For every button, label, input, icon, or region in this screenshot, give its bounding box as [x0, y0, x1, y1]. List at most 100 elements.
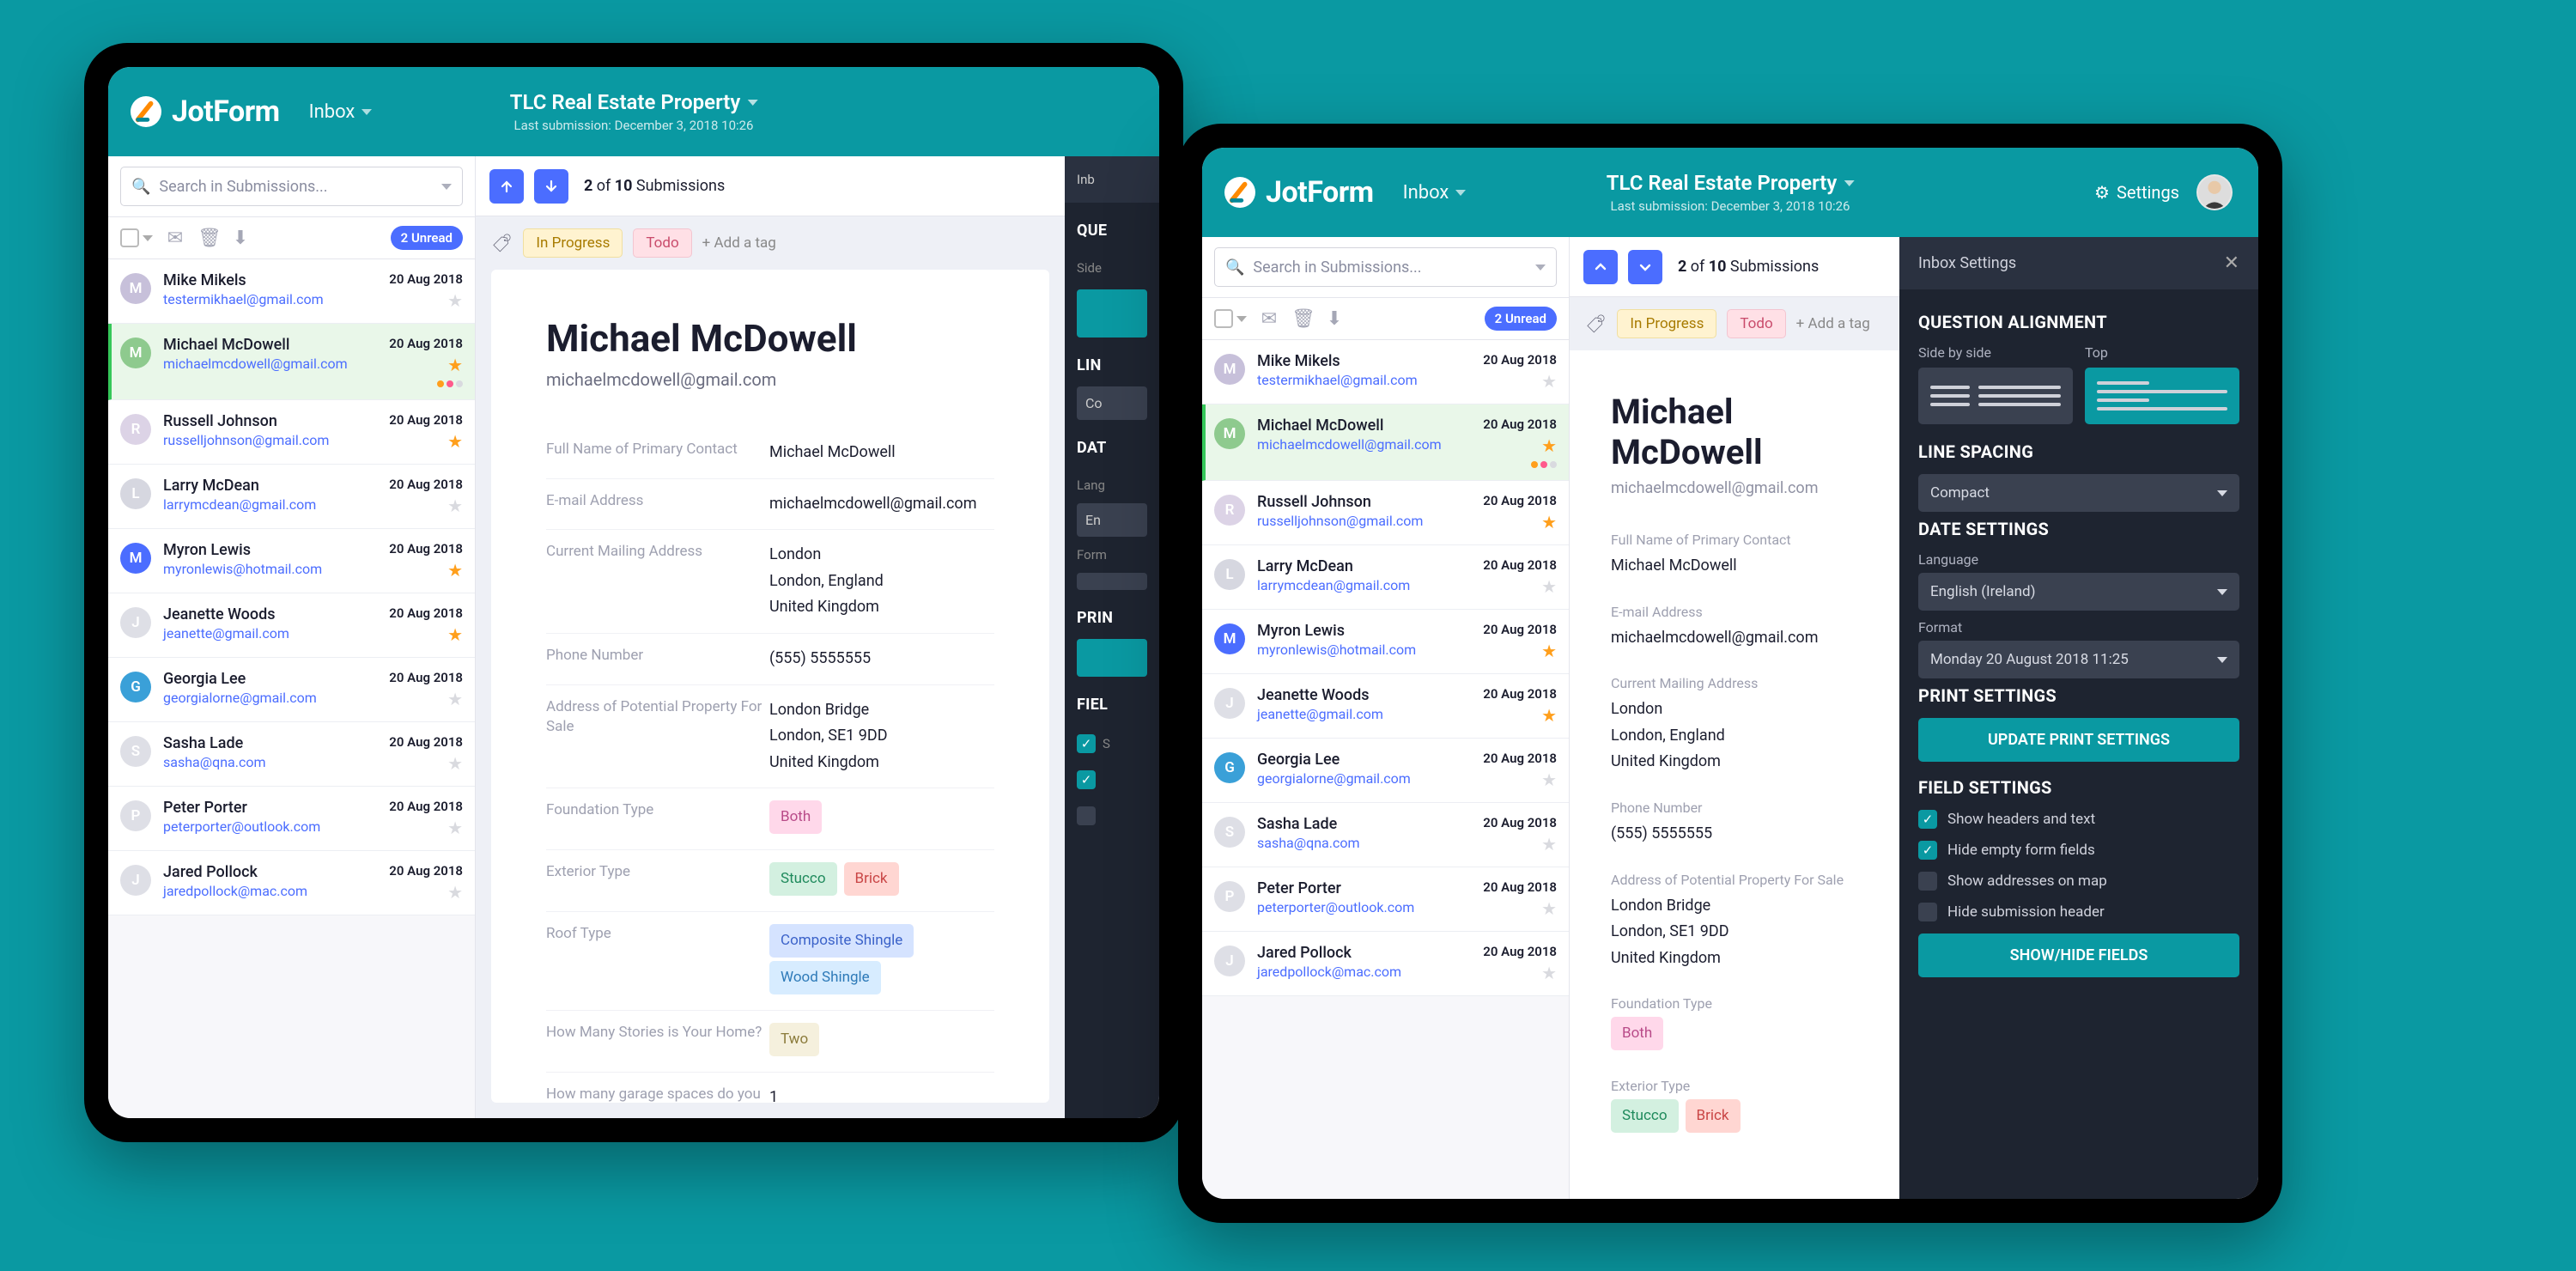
select-all-checkbox[interactable]	[1214, 309, 1233, 328]
user-avatar[interactable]	[2196, 174, 2233, 210]
star-icon[interactable]: ★	[1541, 963, 1557, 983]
show-hide-fields-button[interactable]: SHOW/HIDE FIELDS	[1918, 933, 2239, 977]
list-item[interactable]: PPeter Porterpeterporter@outlook.com20 A…	[108, 787, 475, 851]
list-item[interactable]: MMichael McDowellmichaelmcdowell@gmail.c…	[108, 324, 475, 400]
star-icon[interactable]: ★	[447, 560, 463, 581]
trash-icon[interactable]: 🗑	[1291, 308, 1312, 330]
next-button[interactable]	[1628, 250, 1662, 284]
inbox-dropdown[interactable]: Inbox	[1403, 182, 1467, 204]
list-item[interactable]: RRussell Johnsonrusselljohnson@gmail.com…	[108, 400, 475, 465]
prev-button[interactable]	[1583, 250, 1618, 284]
select-all-checkbox[interactable]	[120, 228, 139, 247]
list-item[interactable]: GGeorgia Leegeorgialorne@gmail.com20 Aug…	[108, 658, 475, 722]
format-select[interactable]: Monday 20 August 2018 11:25	[1918, 641, 2239, 678]
star-icon[interactable]: ★	[447, 882, 463, 903]
chevron-down-icon[interactable]	[1236, 316, 1247, 322]
list-item-date: 20 Aug 2018	[389, 605, 463, 621]
star-icon[interactable]: ★	[447, 818, 463, 838]
submissions-list[interactable]: MMike Mikelstestermikhael@gmail.com20 Au…	[1202, 340, 1569, 1199]
field-value: Composite ShingleWood Shingle	[769, 924, 994, 998]
list-item-name: Mike Mikels	[1257, 352, 1471, 370]
star-icon[interactable]: ★	[1541, 834, 1557, 854]
download-icon[interactable]: ⬇	[1324, 308, 1345, 330]
star-icon[interactable]: ★	[447, 496, 463, 516]
list-item[interactable]: PPeter Porterpeterporter@outlook.com20 A…	[1202, 867, 1569, 932]
alignment-top[interactable]: Top	[2085, 344, 2239, 424]
current-index: 2	[1678, 258, 1686, 276]
search-input[interactable]: 🔍 Search in Submissions...	[1214, 247, 1557, 287]
star-icon[interactable]: ★	[1541, 435, 1557, 456]
list-item-main: Mike Mikelstestermikhael@gmail.com	[163, 271, 377, 311]
alignment-side-by-side[interactable]: Side by side	[1918, 344, 2073, 424]
star-icon[interactable]: ★	[1541, 705, 1557, 726]
line-spacing-select[interactable]: Compact	[1918, 474, 2239, 512]
list-item[interactable]: JJared Pollockjaredpollock@mac.com20 Aug…	[1202, 932, 1569, 996]
unread-badge[interactable]: 2 Unread	[1485, 307, 1557, 331]
star-icon[interactable]: ★	[1541, 641, 1557, 661]
language-select[interactable]: English (Ireland)	[1918, 573, 2239, 611]
star-icon[interactable]: ★	[447, 355, 463, 375]
download-icon[interactable]: ⬇	[230, 228, 251, 249]
list-item[interactable]: MMyron Lewismyronlewis@hotmail.com20 Aug…	[1202, 610, 1569, 674]
list-item[interactable]: MMike Mikelstestermikhael@gmail.com20 Au…	[108, 259, 475, 324]
tag-in-progress[interactable]: In Progress	[1617, 309, 1716, 338]
trash-icon[interactable]: 🗑	[197, 228, 218, 249]
star-icon[interactable]: ★	[1541, 371, 1557, 392]
chevron-down-icon[interactable]	[143, 235, 153, 241]
search-input[interactable]: 🔍 Search in Submissions...	[120, 167, 463, 206]
search-icon: 🔍	[1225, 258, 1244, 277]
list-item[interactable]: MMichael McDowellmichaelmcdowell@gmail.c…	[1202, 404, 1569, 481]
mail-icon[interactable]: ✉	[1259, 308, 1279, 330]
list-item-date: 20 Aug 2018	[389, 271, 463, 287]
checkbox-hide-header[interactable]: Hide submission header	[1918, 903, 2239, 921]
settings-button[interactable]: ⚙ Settings	[2094, 182, 2179, 203]
list-item[interactable]: SSasha Ladesasha@qna.com20 Aug 2018★	[108, 722, 475, 787]
prev-button[interactable]	[489, 169, 524, 204]
next-button[interactable]	[534, 169, 568, 204]
star-icon[interactable]: ★	[447, 624, 463, 645]
checkbox-hide-empty[interactable]: ✓Hide empty form fields	[1918, 841, 2239, 860]
tag-todo[interactable]: Todo	[633, 228, 691, 258]
close-icon[interactable]: ✕	[2224, 252, 2239, 274]
inbox-dropdown[interactable]: Inbox	[309, 101, 373, 123]
star-icon[interactable]: ★	[447, 290, 463, 311]
list-item[interactable]: LLarry McDeanlarrymcdean@gmail.com20 Aug…	[1202, 545, 1569, 610]
star-icon[interactable]: ★	[447, 689, 463, 709]
list-item-main: Larry McDeanlarrymcdean@gmail.com	[1257, 557, 1471, 597]
add-tag-button[interactable]: + Add a tag	[1796, 315, 1870, 332]
star-icon[interactable]: ★	[1541, 512, 1557, 532]
checkbox-show-headers[interactable]: ✓Show headers and text	[1918, 810, 2239, 829]
field-value: 1	[769, 1085, 994, 1103]
list-item-meta: 20 Aug 2018★	[389, 799, 463, 838]
list-item[interactable]: JJeanette Woodsjeanette@gmail.com20 Aug …	[1202, 674, 1569, 739]
list-item-meta: 20 Aug 2018★	[389, 863, 463, 903]
form-title[interactable]: TLC Real Estate Property	[510, 90, 758, 114]
submissions-list[interactable]: MMike Mikelstestermikhael@gmail.com20 Au…	[108, 259, 475, 1118]
list-item[interactable]: LLarry McDeanlarrymcdean@gmail.com20 Aug…	[108, 465, 475, 529]
star-icon[interactable]: ★	[1541, 898, 1557, 919]
avatar-initial: M	[1214, 418, 1245, 449]
screen-1: JotForm Inbox TLC Real Estate Property L…	[108, 67, 1159, 1118]
list-item[interactable]: RRussell Johnsonrusselljohnson@gmail.com…	[1202, 481, 1569, 545]
list-item[interactable]: JJeanette Woodsjeanette@gmail.com20 Aug …	[108, 593, 475, 658]
form-title[interactable]: TLC Real Estate Property	[1607, 171, 1855, 195]
tag-in-progress[interactable]: In Progress	[523, 228, 623, 258]
star-icon[interactable]: ★	[1541, 576, 1557, 597]
list-item[interactable]: MMyron Lewismyronlewis@hotmail.com20 Aug…	[108, 529, 475, 593]
list-item[interactable]: GGeorgia Leegeorgialorne@gmail.com20 Aug…	[1202, 739, 1569, 803]
star-icon[interactable]: ★	[1541, 769, 1557, 790]
list-item[interactable]: SSasha Ladesasha@qna.com20 Aug 2018★	[1202, 803, 1569, 867]
checkbox-show-map[interactable]: Show addresses on map	[1918, 872, 2239, 891]
detail-card: Michael McDowell michaelmcdowell@gmail.c…	[491, 270, 1049, 1103]
unread-badge[interactable]: 2 Unread	[391, 226, 463, 250]
tag-todo[interactable]: Todo	[1727, 309, 1785, 338]
add-tag-button[interactable]: + Add a tag	[702, 234, 776, 252]
list-item[interactable]: JJared Pollockjaredpollock@mac.com20 Aug…	[108, 851, 475, 915]
star-icon[interactable]: ★	[447, 431, 463, 452]
list-item[interactable]: MMike Mikelstestermikhael@gmail.com20 Au…	[1202, 340, 1569, 404]
update-print-button[interactable]: UPDATE PRINT SETTINGS	[1918, 718, 2239, 762]
star-icon[interactable]: ★	[447, 753, 463, 774]
inbox-label-text: Inbox	[1403, 182, 1449, 204]
list-item-name: Jeanette Woods	[1257, 686, 1471, 704]
mail-icon[interactable]: ✉	[165, 228, 185, 249]
